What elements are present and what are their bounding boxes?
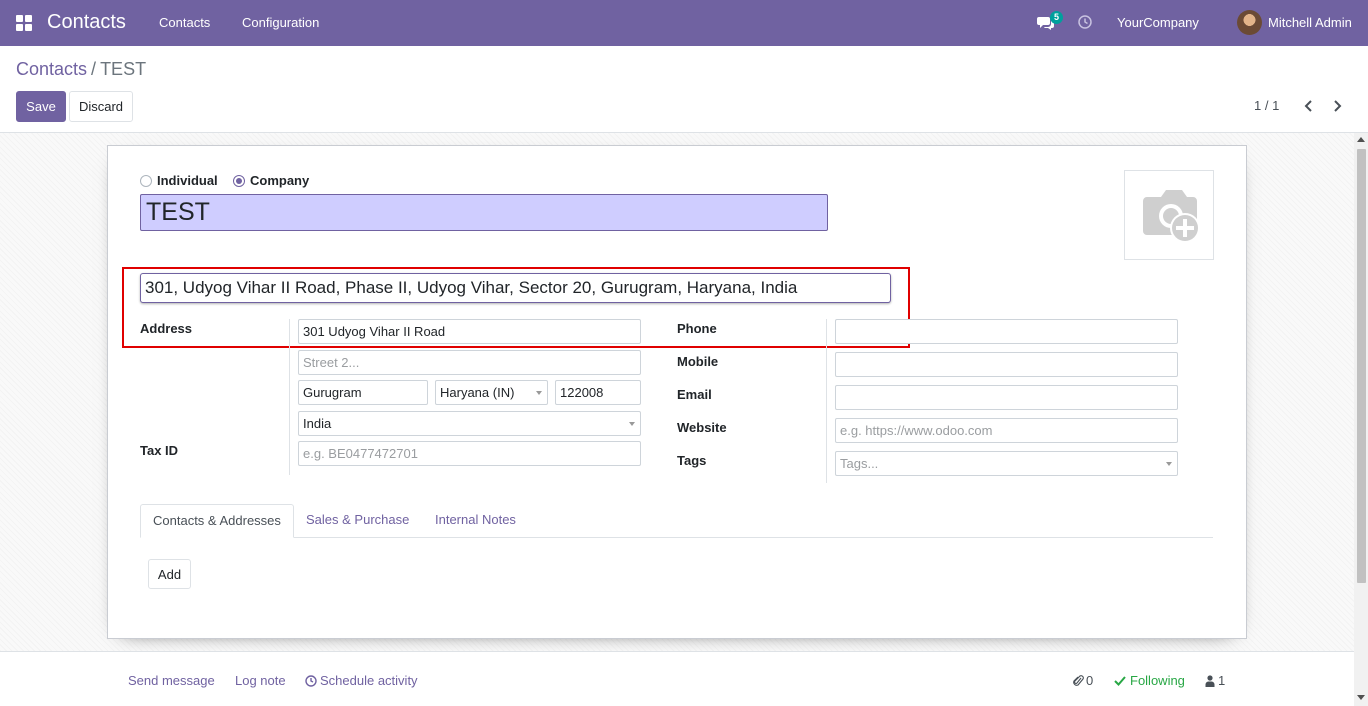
radio-company-circle[interactable] <box>233 174 245 187</box>
send-message-button[interactable]: Send message <box>128 673 215 688</box>
state-select-value: Haryana (IN) <box>440 385 515 400</box>
breadcrumb-contacts-link[interactable]: Contacts <box>16 59 87 79</box>
scroll-down-arrow-icon[interactable] <box>1357 695 1365 700</box>
app-brand[interactable]: Contacts <box>47 11 126 34</box>
chevron-down-icon <box>536 391 542 395</box>
scrollbar-thumb[interactable] <box>1357 149 1366 583</box>
state-select[interactable]: Haryana (IN) <box>435 380 548 405</box>
user-icon <box>1205 674 1215 687</box>
email-field[interactable] <box>835 385 1178 410</box>
tab-internal-notes[interactable]: Internal Notes <box>423 504 528 538</box>
chevron-down-icon <box>629 422 635 426</box>
chevron-left-icon[interactable] <box>1303 99 1315 113</box>
left-column-divider <box>289 319 290 475</box>
street2-field[interactable]: Street 2... <box>298 350 641 375</box>
mobile-field[interactable] <box>835 352 1178 377</box>
country-select[interactable]: India <box>298 411 641 436</box>
address-label: Address <box>140 321 193 336</box>
phone-label: Phone <box>677 321 717 336</box>
schedule-activity-button[interactable]: Schedule activity <box>305 673 418 688</box>
save-button[interactable]: Save <box>16 91 66 122</box>
vertical-scrollbar[interactable] <box>1354 133 1368 706</box>
zip-field[interactable]: 122008 <box>555 380 641 405</box>
chevron-right-icon[interactable] <box>1331 99 1343 113</box>
tags-label: Tags <box>677 453 707 468</box>
radio-individual[interactable]: Individual <box>140 173 218 188</box>
attachments-count: 0 <box>1086 673 1094 688</box>
radio-individual-circle[interactable] <box>140 174 152 187</box>
menu-contacts[interactable]: Contacts <box>159 15 210 30</box>
radio-individual-label: Individual <box>157 173 218 188</box>
attachments-button[interactable]: 0 <box>1073 673 1093 688</box>
company-image-upload[interactable] <box>1124 170 1214 260</box>
top-navbar: Contacts Contacts Configuration 5 YourCo… <box>0 0 1368 46</box>
website-field[interactable]: e.g. https://www.odoo.com <box>835 418 1178 443</box>
scroll-up-arrow-icon[interactable] <box>1357 137 1365 142</box>
clock-icon <box>305 674 317 687</box>
email-label: Email <box>677 387 712 402</box>
country-select-value: India <box>303 416 332 431</box>
schedule-activity-label: Schedule activity <box>320 673 418 688</box>
tax-id-label: Tax ID <box>140 443 179 458</box>
right-column-divider <box>826 319 827 483</box>
user-avatar[interactable] <box>1237 10 1262 35</box>
company-name-input[interactable]: TEST <box>140 194 828 231</box>
tags-field[interactable]: Tags... <box>835 451 1178 476</box>
mobile-label: Mobile <box>677 354 719 369</box>
following-label: Following <box>1130 673 1185 688</box>
check-icon <box>1114 676 1126 686</box>
phone-field[interactable] <box>835 319 1178 344</box>
tab-sales-purchase[interactable]: Sales & Purchase <box>294 504 421 538</box>
log-note-button[interactable]: Log note <box>235 673 286 688</box>
tab-contacts-addresses[interactable]: Contacts & Addresses <box>140 504 294 538</box>
tags-field-placeholder: Tags... <box>840 456 879 471</box>
breadcrumb-current: TEST <box>100 59 147 79</box>
add-contact-button[interactable]: Add <box>148 559 191 589</box>
website-label: Website <box>677 420 727 435</box>
control-panel: Contacts / TEST Save Discard 1 / 1 <box>0 46 1368 133</box>
user-menu[interactable]: Mitchell Admin <box>1268 15 1352 30</box>
breadcrumb: Contacts / TEST <box>16 59 146 80</box>
followers-count: 1 <box>1218 673 1226 688</box>
apps-menu-icon[interactable] <box>16 15 32 31</box>
pager-value[interactable]: 1 / 1 <box>1254 98 1279 113</box>
radio-company-label: Company <box>250 173 310 188</box>
discard-button[interactable]: Discard <box>69 91 133 122</box>
radio-company[interactable]: Company <box>233 173 309 188</box>
company-switcher[interactable]: YourCompany <box>1117 15 1199 30</box>
chevron-down-icon <box>1166 462 1172 466</box>
menu-configuration[interactable]: Configuration <box>242 15 319 30</box>
followers-button[interactable]: 1 <box>1205 673 1225 688</box>
street-field[interactable]: 301 Udyog Vihar II Road <box>298 319 641 344</box>
tax-id-field[interactable]: e.g. BE0477472701 <box>298 441 641 466</box>
city-field[interactable]: Gurugram <box>298 380 428 405</box>
paperclip-icon <box>1073 675 1084 686</box>
messages-count-badge: 5 <box>1050 11 1064 24</box>
camera-plus-icon <box>1143 190 1200 243</box>
activity-clock-icon[interactable] <box>1078 15 1092 29</box>
following-button[interactable]: Following <box>1114 673 1185 688</box>
breadcrumb-separator: / <box>91 59 97 79</box>
